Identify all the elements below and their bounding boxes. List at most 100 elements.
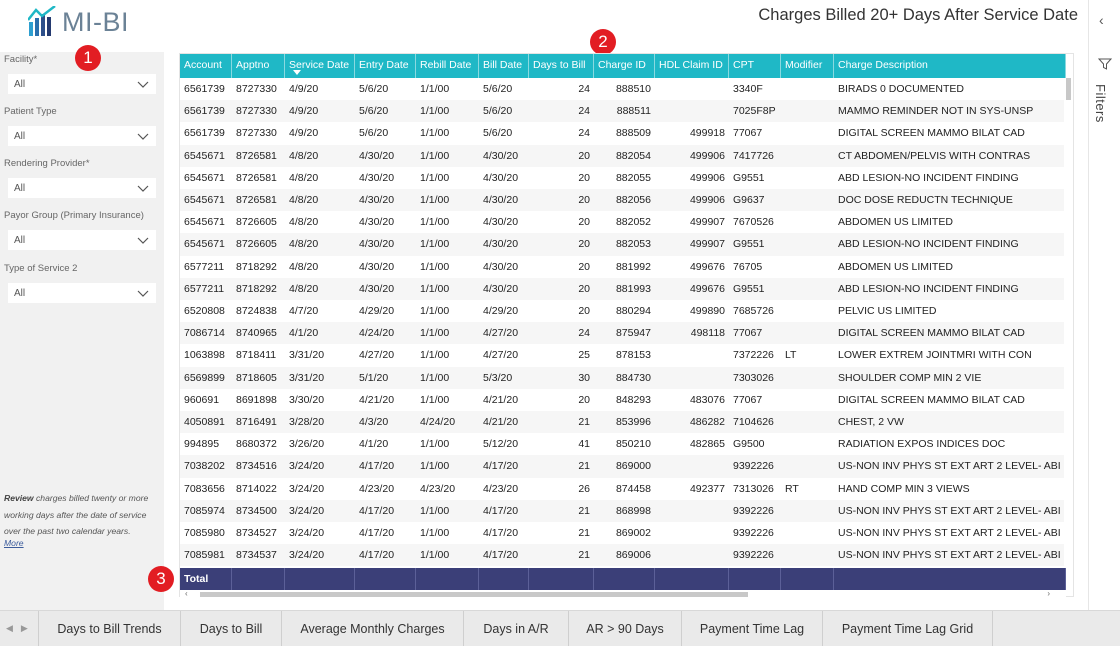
column-header[interactable]: Service Date xyxy=(285,54,355,78)
table-cell: 8726581 xyxy=(236,171,277,184)
patient-type-dropdown[interactable]: All xyxy=(8,126,156,146)
table-row[interactable]: 7083656 8714022 3/24/20 4/23/20 4/23/20 4/23/… xyxy=(180,478,1066,500)
table-cell: 3/26/20 xyxy=(289,438,325,451)
table-cell: ABD LESION-NO INCIDENT FINDING xyxy=(838,282,1019,295)
column-header[interactable]: Bill Date xyxy=(479,54,529,78)
table-cell: 8734537 xyxy=(236,549,277,562)
table-cell: 4/17/20 xyxy=(483,460,519,473)
table-row[interactable]: 6561739 8727330 4/9/20 5/6/20 1/1/00 5/6/20 24… xyxy=(180,100,1066,123)
table-cell: 25 xyxy=(578,349,590,362)
scroll-left-icon[interactable]: ‹ xyxy=(185,589,188,598)
table-cell: 1/1/00 xyxy=(420,460,450,473)
column-header[interactable]: CPT xyxy=(729,54,781,78)
table-cell: 1/1/00 xyxy=(420,349,450,362)
table-cell: 4/17/20 xyxy=(359,527,395,539)
table-cell: 4/30/20 xyxy=(483,260,519,273)
table-row[interactable]: 6561739 8727330 4/9/20 5/6/20 1/1/00 5/6/20 24… xyxy=(180,78,1066,100)
type-of-service-dropdown[interactable]: All xyxy=(8,283,156,303)
table-cell: 848293 xyxy=(615,393,651,406)
page-tab[interactable]: Days to Bill Trends xyxy=(38,611,180,646)
table-row[interactable]: 4050891 8716491 3/28/20 4/3/20 4/24/20 4/21/2… xyxy=(180,411,1066,434)
vertical-scrollbar[interactable] xyxy=(1064,78,1073,567)
table-cell: 5/6/20 xyxy=(483,127,513,140)
table-row[interactable]: 6561739 8727330 4/9/20 5/6/20 1/1/00 5/6/20 24… xyxy=(180,122,1066,144)
table-cell xyxy=(785,455,834,477)
scroll-thumb[interactable] xyxy=(1066,78,1071,100)
table-cell: 20 xyxy=(578,216,590,229)
table-cell: 6545671 xyxy=(184,149,225,162)
table-row[interactable]: 7086714 8740965 4/1/20 4/24/20 1/1/00 4/27/20… xyxy=(180,322,1066,345)
table-row[interactable]: 6545671 8726581 4/8/20 4/30/20 1/1/00 4/30/20… xyxy=(180,189,1066,212)
scroll-thumb[interactable] xyxy=(200,592,748,597)
column-header[interactable]: Entry Date xyxy=(355,54,416,78)
scroll-right-icon[interactable]: › xyxy=(1047,589,1050,598)
filters-pane[interactable]: ‹ Filters xyxy=(1088,0,1120,610)
table-cell: 7670526 xyxy=(733,216,774,229)
table-row[interactable]: 6545671 8726581 4/8/20 4/30/20 1/1/00 4/30/20… xyxy=(180,144,1066,167)
table-body[interactable]: 6561739 8727330 4/9/20 5/6/20 1/1/00 5/6/20 24… xyxy=(180,78,1066,567)
page-tab[interactable]: Average Monthly Charges xyxy=(281,611,463,646)
column-header[interactable]: Apptno xyxy=(232,54,285,78)
page-tab[interactable]: AR > 90 Days xyxy=(568,611,681,646)
table-row[interactable]: 7038202 8734516 3/24/20 4/17/20 1/1/00 4/17/2… xyxy=(180,455,1066,478)
table-row[interactable]: 1063898 8718411 3/31/20 4/27/20 1/1/00 4/27/2… xyxy=(180,344,1066,366)
table-row[interactable]: 994895 8680372 3/26/20 4/1/20 1/1/00 5/12/20 4… xyxy=(180,433,1066,455)
page-tab[interactable]: Days to Bill xyxy=(180,611,281,646)
table-cell: 482865 xyxy=(689,438,725,451)
table-cell xyxy=(655,500,725,522)
table-cell: US-NON INV PHYS ST EXT ART 2 LEVEL- ABI xyxy=(838,504,1061,517)
table-cell: 4/7/20 xyxy=(289,305,319,317)
table-cell: 9392226 xyxy=(733,504,774,517)
table-row[interactable]: 7085981 8734537 3/24/20 4/17/20 1/1/00 4/17/2… xyxy=(180,544,1066,567)
page-tab[interactable]: Days in A/R xyxy=(463,611,568,646)
table-cell: 1/1/00 xyxy=(420,282,450,295)
table-cell: G9637 xyxy=(733,194,765,206)
total-cell xyxy=(594,568,655,590)
page-tab[interactable]: Payment Time Lag xyxy=(681,611,822,646)
table-row[interactable]: 6545671 8726605 4/8/20 4/30/20 1/1/00 4/30/20… xyxy=(180,211,1066,233)
table-row[interactable]: 6520808 8724838 4/7/20 4/29/20 1/1/00 4/29/20… xyxy=(180,300,1066,322)
table-cell: 8734500 xyxy=(236,504,277,517)
table-row[interactable]: 7085980 8734527 3/24/20 4/17/20 1/1/00 4/17/2… xyxy=(180,522,1066,544)
chevron-left-icon[interactable]: ‹ xyxy=(1099,12,1104,28)
table-cell: 4/30/20 xyxy=(359,282,395,295)
column-header[interactable]: Rebill Date xyxy=(416,54,479,78)
table-row[interactable]: 6577211 8718292 4/8/20 4/30/20 1/1/00 4/30/20… xyxy=(180,256,1066,278)
table-row[interactable]: 6545671 8726581 4/8/20 4/30/20 1/1/00 4/30/20… xyxy=(180,167,1066,189)
column-header[interactable]: HDL Claim ID xyxy=(655,54,729,78)
slicer-label: Type of Service 2 xyxy=(4,263,78,274)
table-row[interactable]: 6545671 8726605 4/8/20 4/30/20 1/1/00 4/30/20… xyxy=(180,233,1066,256)
table-cell: 20 xyxy=(578,238,590,251)
slicer-panel: Facility* All Patient Type All Rendering… xyxy=(0,52,164,646)
tab-nav-arrows-icon[interactable]: ◀▶ xyxy=(6,623,36,634)
table-row[interactable]: 960691 8691898 3/30/20 4/21/20 1/1/00 4/21/20… xyxy=(180,389,1066,411)
more-link[interactable]: More xyxy=(4,538,24,548)
table-cell: 4/24/20 xyxy=(420,416,456,428)
payor-group-dropdown[interactable]: All xyxy=(8,230,156,250)
column-header[interactable]: Account xyxy=(180,54,232,78)
table-cell xyxy=(785,411,834,433)
column-header[interactable]: Modifier xyxy=(781,54,834,78)
column-header[interactable]: Charge Description xyxy=(834,54,1066,78)
table-cell: 77067 xyxy=(733,127,763,140)
table-cell: 7085981 xyxy=(184,549,225,562)
table-cell: 8680372 xyxy=(236,438,277,451)
slicer-label: Payor Group (Primary Insurance) xyxy=(4,210,144,221)
column-header[interactable]: Charge ID xyxy=(594,54,655,78)
table-cell: 4/17/20 xyxy=(359,549,395,562)
table-cell: 499676 xyxy=(689,282,725,295)
table-cell: 77067 xyxy=(733,393,763,406)
table-row[interactable]: 6569899 8718605 3/31/20 5/1/20 1/1/00 5/3/20 3… xyxy=(180,366,1066,389)
page-tab[interactable]: Payment Time Lag Grid xyxy=(822,611,993,646)
rendering-provider-dropdown[interactable]: All xyxy=(8,178,156,198)
table-cell: 5/6/20 xyxy=(359,105,389,118)
table-row[interactable]: 6577211 8718292 4/8/20 4/30/20 1/1/00 4/30/20… xyxy=(180,277,1066,300)
table-cell xyxy=(785,233,834,255)
table-row[interactable]: 7085974 8734500 3/24/20 4/17/20 1/1/00 4/17/2… xyxy=(180,499,1066,522)
table-cell: 1/1/00 xyxy=(420,393,450,406)
table-cell: 77067 xyxy=(733,327,763,340)
horizontal-scrollbar[interactable]: ‹ › xyxy=(180,589,1066,598)
facility-dropdown[interactable]: All xyxy=(8,74,156,94)
table-cell: 20 xyxy=(578,305,590,317)
column-header[interactable]: Days to Bill xyxy=(529,54,594,78)
